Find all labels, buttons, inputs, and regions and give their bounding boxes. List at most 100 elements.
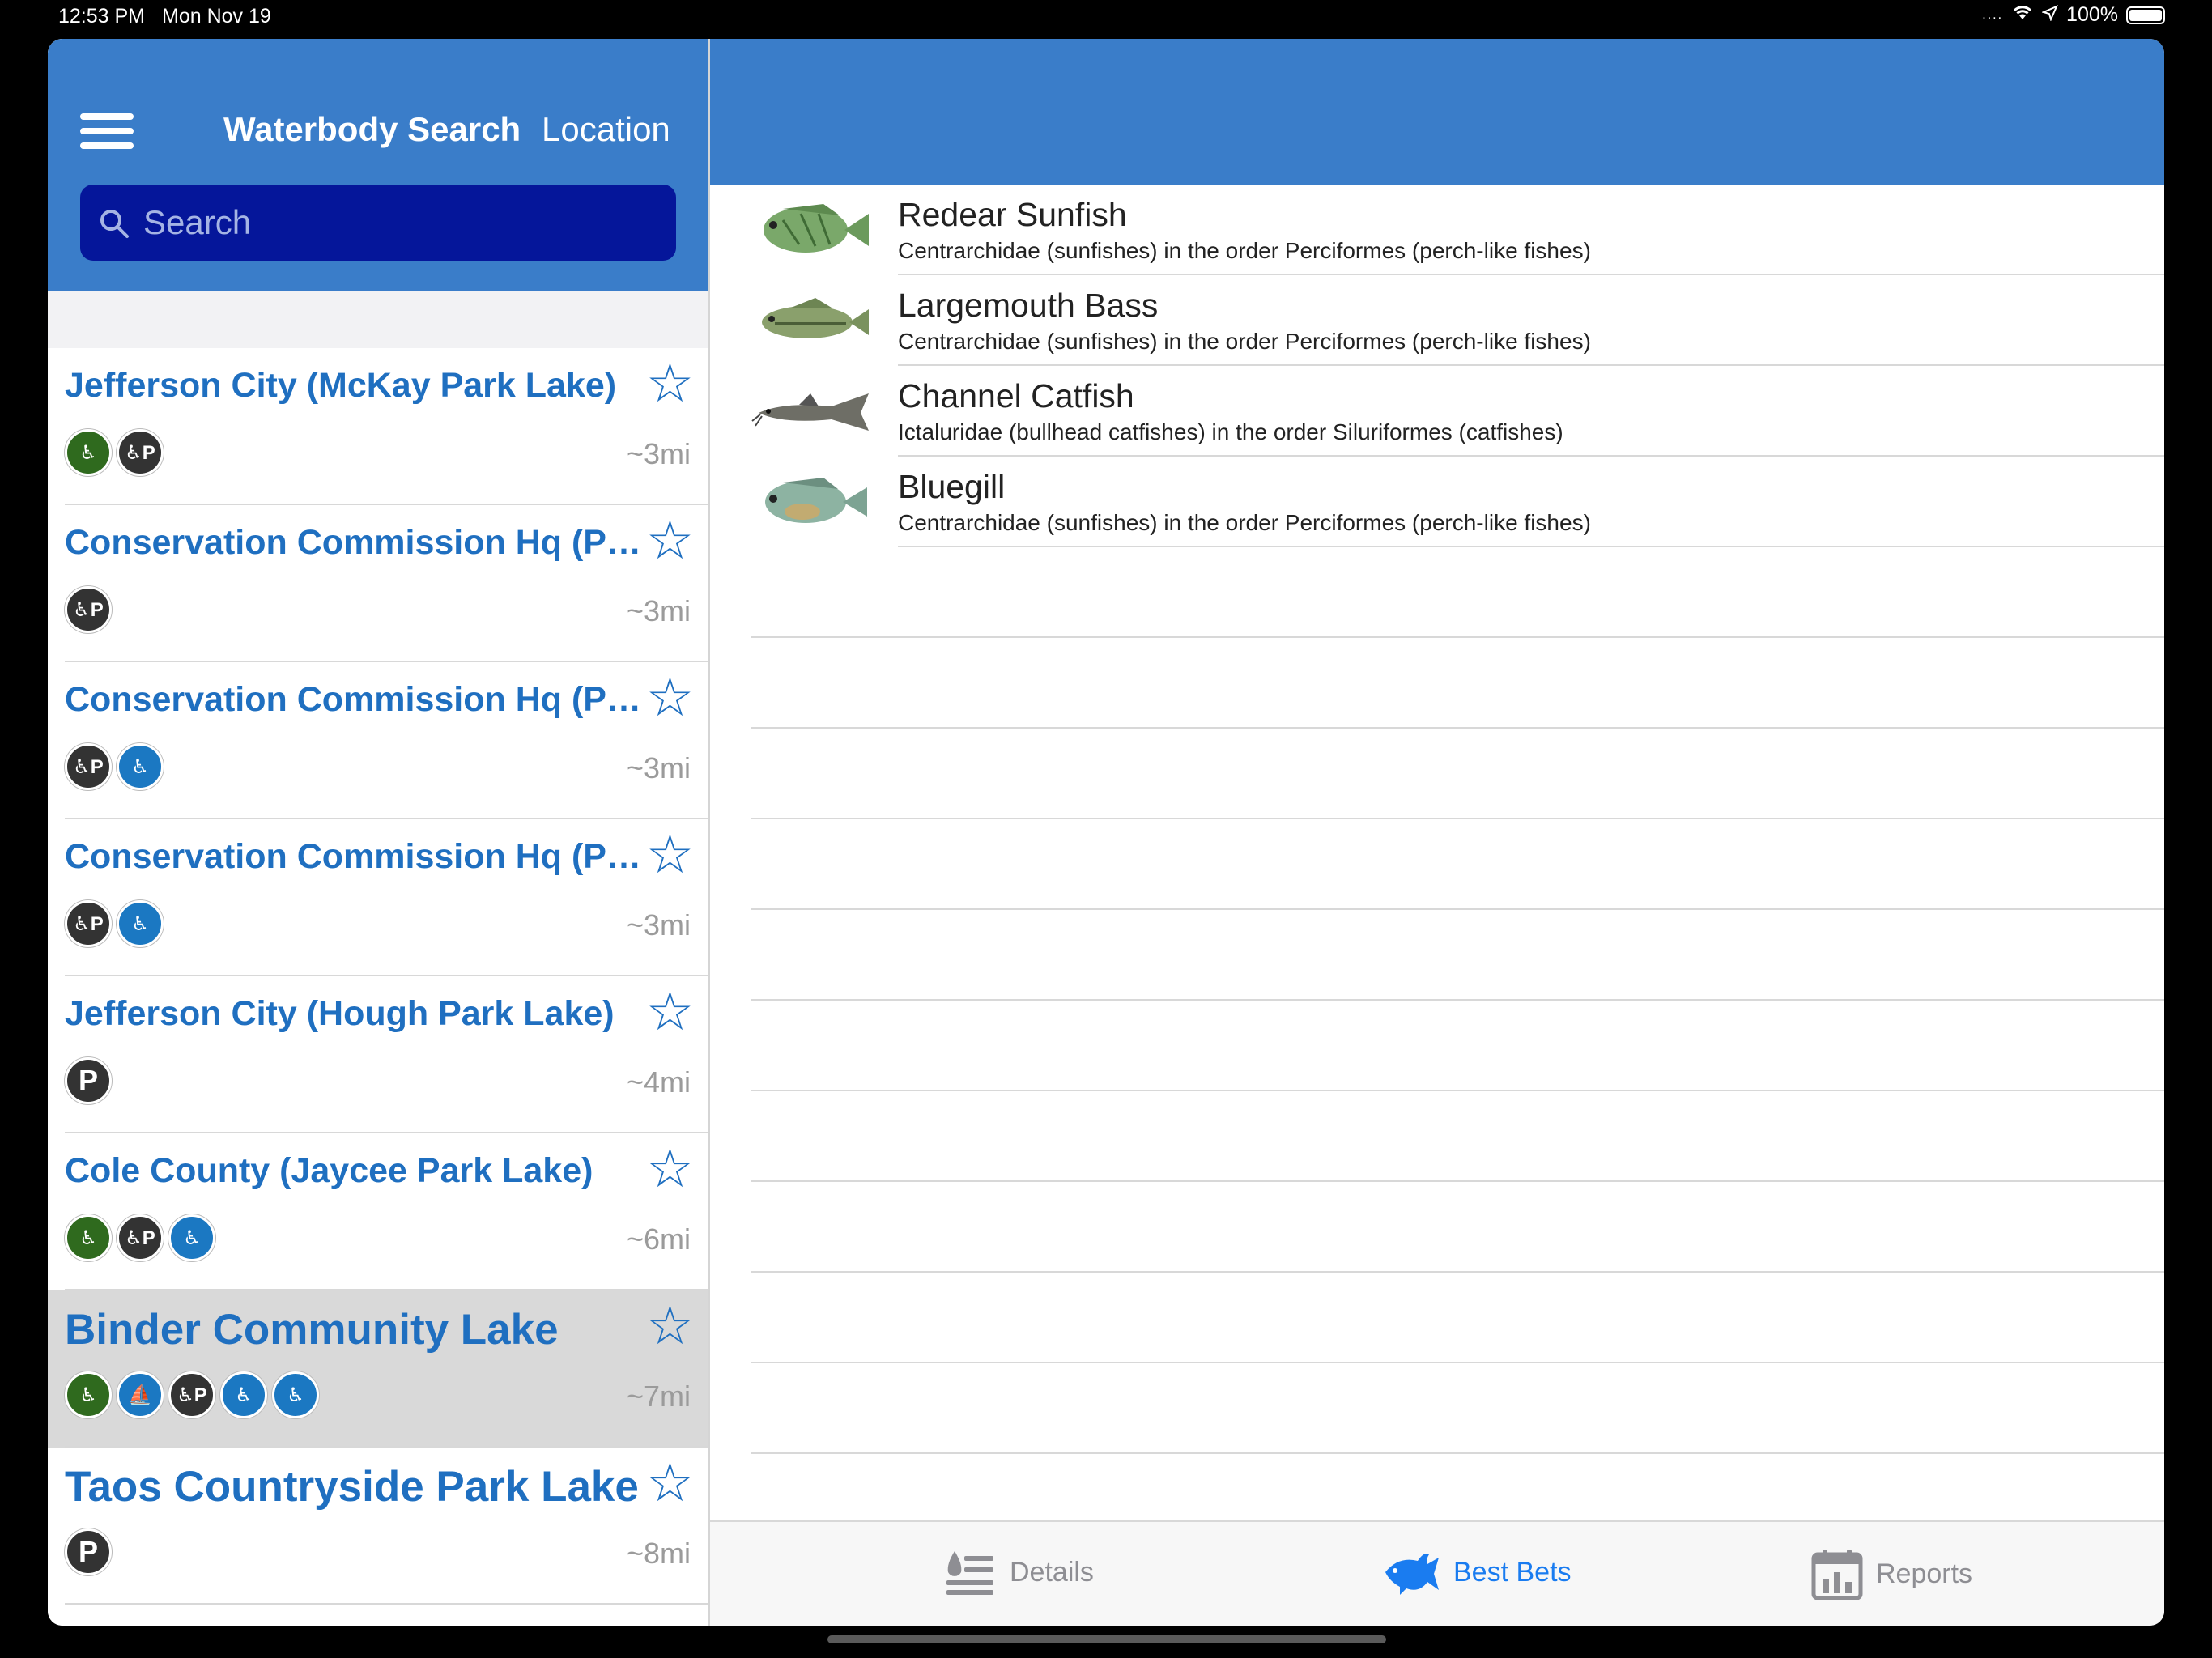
- tab-details[interactable]: Details: [945, 1548, 1094, 1596]
- fish-row[interactable]: Bluegill Centrarchidae (sunfishes) in th…: [710, 457, 2164, 547]
- waterbody-row[interactable]: Conservation Commission Hq (Po... ☆ ♿P ~…: [48, 505, 708, 662]
- tab-reports[interactable]: Reports: [1811, 1548, 1972, 1600]
- app-window: Waterbody Search Location Jefferson City…: [48, 39, 2164, 1626]
- status-date: Mon Nov 19: [162, 5, 271, 28]
- battery-icon: [2126, 6, 2165, 24]
- favorite-star-icon[interactable]: ☆: [646, 984, 694, 1038]
- favorite-star-icon[interactable]: ☆: [646, 356, 694, 410]
- fish-icon: [1385, 1554, 1439, 1595]
- search-bar[interactable]: [80, 185, 676, 261]
- amenity-icons: ♿ ♿P ♿: [65, 1214, 215, 1261]
- search-icon: [100, 210, 129, 238]
- waterbody-row[interactable]: Cole County (Jaycee Park Lake) ☆ ♿ ♿P ♿ …: [48, 1133, 708, 1290]
- waterbody-name: Conservation Commission Hq (Po...: [65, 837, 648, 876]
- waterbody-list-pane: Waterbody Search Location Jefferson City…: [48, 39, 710, 1626]
- left-header: Waterbody Search Location: [48, 39, 708, 291]
- waterbody-name: Binder Community Lake: [65, 1306, 559, 1354]
- accessible-fishing-icon: ♿: [220, 1371, 267, 1418]
- waterbody-name: Conservation Commission Hq (Po...: [65, 523, 648, 562]
- waterbody-name: Cole County (Jaycee Park Lake): [65, 1151, 593, 1190]
- fish-family: Centrarchidae (sunfishes) in the order P…: [898, 510, 1591, 535]
- accessible-parking-icon: ♿P: [117, 429, 164, 476]
- favorite-star-icon[interactable]: ☆: [646, 1141, 694, 1195]
- fish-row[interactable]: Largemouth Bass Centrarchidae (sunfishes…: [710, 275, 2164, 366]
- waterbody-distance: ~6mi: [626, 1222, 691, 1256]
- waterbody-list: Jefferson City (McKay Park Lake) ☆ ♿ ♿P …: [48, 348, 708, 1605]
- list-spacer: [48, 291, 708, 348]
- amenity-icons: ♿ ♿P: [65, 429, 164, 476]
- fish-row[interactable]: Redear Sunfish Centrarchidae (sunfishes)…: [710, 185, 2164, 275]
- tab-label: Reports: [1876, 1558, 1973, 1589]
- waterbody-distance: ~3mi: [626, 908, 691, 942]
- parking-icon: P: [65, 1057, 112, 1104]
- empty-row: [710, 1182, 2164, 1273]
- tab-label: Details: [1010, 1556, 1094, 1588]
- waterbody-name: Taos Countryside Park Lake: [65, 1463, 639, 1511]
- empty-row: [710, 1091, 2164, 1182]
- sunfish-image: [764, 204, 869, 253]
- cellular-dots-icon: ....: [1982, 7, 2004, 22]
- empty-row: [710, 1273, 2164, 1363]
- location-toggle[interactable]: Location: [542, 110, 670, 149]
- accessible-restroom-icon: ♿: [65, 429, 112, 476]
- fish-name: Largemouth Bass: [898, 287, 1159, 324]
- waterbody-name: Jefferson City (McKay Park Lake): [65, 366, 617, 405]
- fish-family: Ictaluridae (bullhead catfishes) in the …: [898, 419, 1563, 444]
- waterbody-row[interactable]: Jefferson City (Hough Park Lake) ☆ P ~4m…: [48, 976, 708, 1133]
- accessible-parking-icon: ♿P: [65, 586, 112, 633]
- waterbody-distance: ~8mi: [626, 1537, 691, 1570]
- empty-row: [710, 1363, 2164, 1454]
- bass-image: [762, 298, 869, 338]
- status-bar: 12:53 PM Mon Nov 19 .... 100%: [0, 0, 2212, 36]
- amenity-icons: ♿P ♿: [65, 743, 164, 790]
- amenity-icons: ♿P ♿: [65, 900, 164, 947]
- search-input[interactable]: [142, 198, 663, 248]
- amenity-icons: ♿P: [65, 586, 112, 633]
- fish-row[interactable]: Channel Catfish Ictaluridae (bullhead ca…: [710, 366, 2164, 457]
- status-indicators: .... 100%: [1982, 3, 2165, 27]
- catfish-image: [751, 393, 869, 431]
- waterbody-name: Jefferson City (Hough Park Lake): [65, 994, 615, 1033]
- page-title: Waterbody Search: [223, 110, 521, 148]
- tab-best-bets[interactable]: Best Bets: [1382, 1548, 1572, 1596]
- waterbody-row[interactable]: Conservation Commission Hq (Po... ☆ ♿P ♿…: [48, 819, 708, 976]
- empty-row: [710, 729, 2164, 819]
- fish-family: Centrarchidae (sunfishes) in the order P…: [898, 238, 1591, 263]
- home-indicator[interactable]: [827, 1635, 1386, 1643]
- waterbody-distance: ~3mi: [626, 751, 691, 784]
- amenity-icons: P: [65, 1057, 112, 1104]
- accessible-parking-icon: ♿P: [65, 900, 112, 947]
- favorite-star-icon[interactable]: ☆: [646, 1299, 694, 1352]
- favorite-star-icon[interactable]: ☆: [646, 1456, 694, 1509]
- waterbody-row[interactable]: Jefferson City (McKay Park Lake) ☆ ♿ ♿P …: [48, 348, 708, 505]
- favorite-star-icon[interactable]: ☆: [646, 513, 694, 567]
- empty-row: [710, 638, 2164, 729]
- empty-row: [710, 910, 2164, 1001]
- waterbody-distance: ~7mi: [626, 1380, 691, 1413]
- waterbody-row-selected[interactable]: Binder Community Lake ☆ ♿ ⛵ ♿P ♿ ♿ ~7mi: [48, 1290, 708, 1448]
- favorite-star-icon[interactable]: ☆: [646, 670, 694, 724]
- empty-row: [710, 819, 2164, 910]
- details-list-icon: [946, 1551, 993, 1595]
- fish-name: Redear Sunfish: [898, 196, 1127, 233]
- waterbody-row[interactable]: Conservation Commission Hq (Po... ☆ ♿P ♿…: [48, 662, 708, 819]
- waterbody-distance: ~4mi: [626, 1065, 691, 1099]
- empty-row: [710, 547, 2164, 638]
- accessible-restroom-icon: ♿: [65, 1371, 112, 1418]
- accessible-boat-icon: ♿: [272, 1371, 319, 1418]
- location-arrow-icon: [2041, 3, 2058, 27]
- row-divider: [65, 1603, 708, 1605]
- empty-row: [710, 1001, 2164, 1091]
- bluegill-image: [765, 478, 867, 523]
- favorite-star-icon[interactable]: ☆: [646, 827, 694, 881]
- waterbody-distance: ~3mi: [626, 594, 691, 627]
- detail-header: [710, 39, 2164, 185]
- accessible-restroom-icon: ♿: [65, 1214, 112, 1261]
- waterbody-name: Conservation Commission Hq (Po...: [65, 680, 648, 719]
- waterbody-row[interactable]: Taos Countryside Park Lake ☆ P ~8mi: [48, 1448, 708, 1605]
- parking-icon: P: [65, 1528, 112, 1575]
- tab-bar: Details Best Bets Reports: [710, 1520, 2164, 1626]
- fish-name: Channel Catfish: [898, 377, 1134, 414]
- hamburger-menu-icon[interactable]: [80, 113, 134, 149]
- accessible-fishing-icon: ♿: [117, 900, 164, 947]
